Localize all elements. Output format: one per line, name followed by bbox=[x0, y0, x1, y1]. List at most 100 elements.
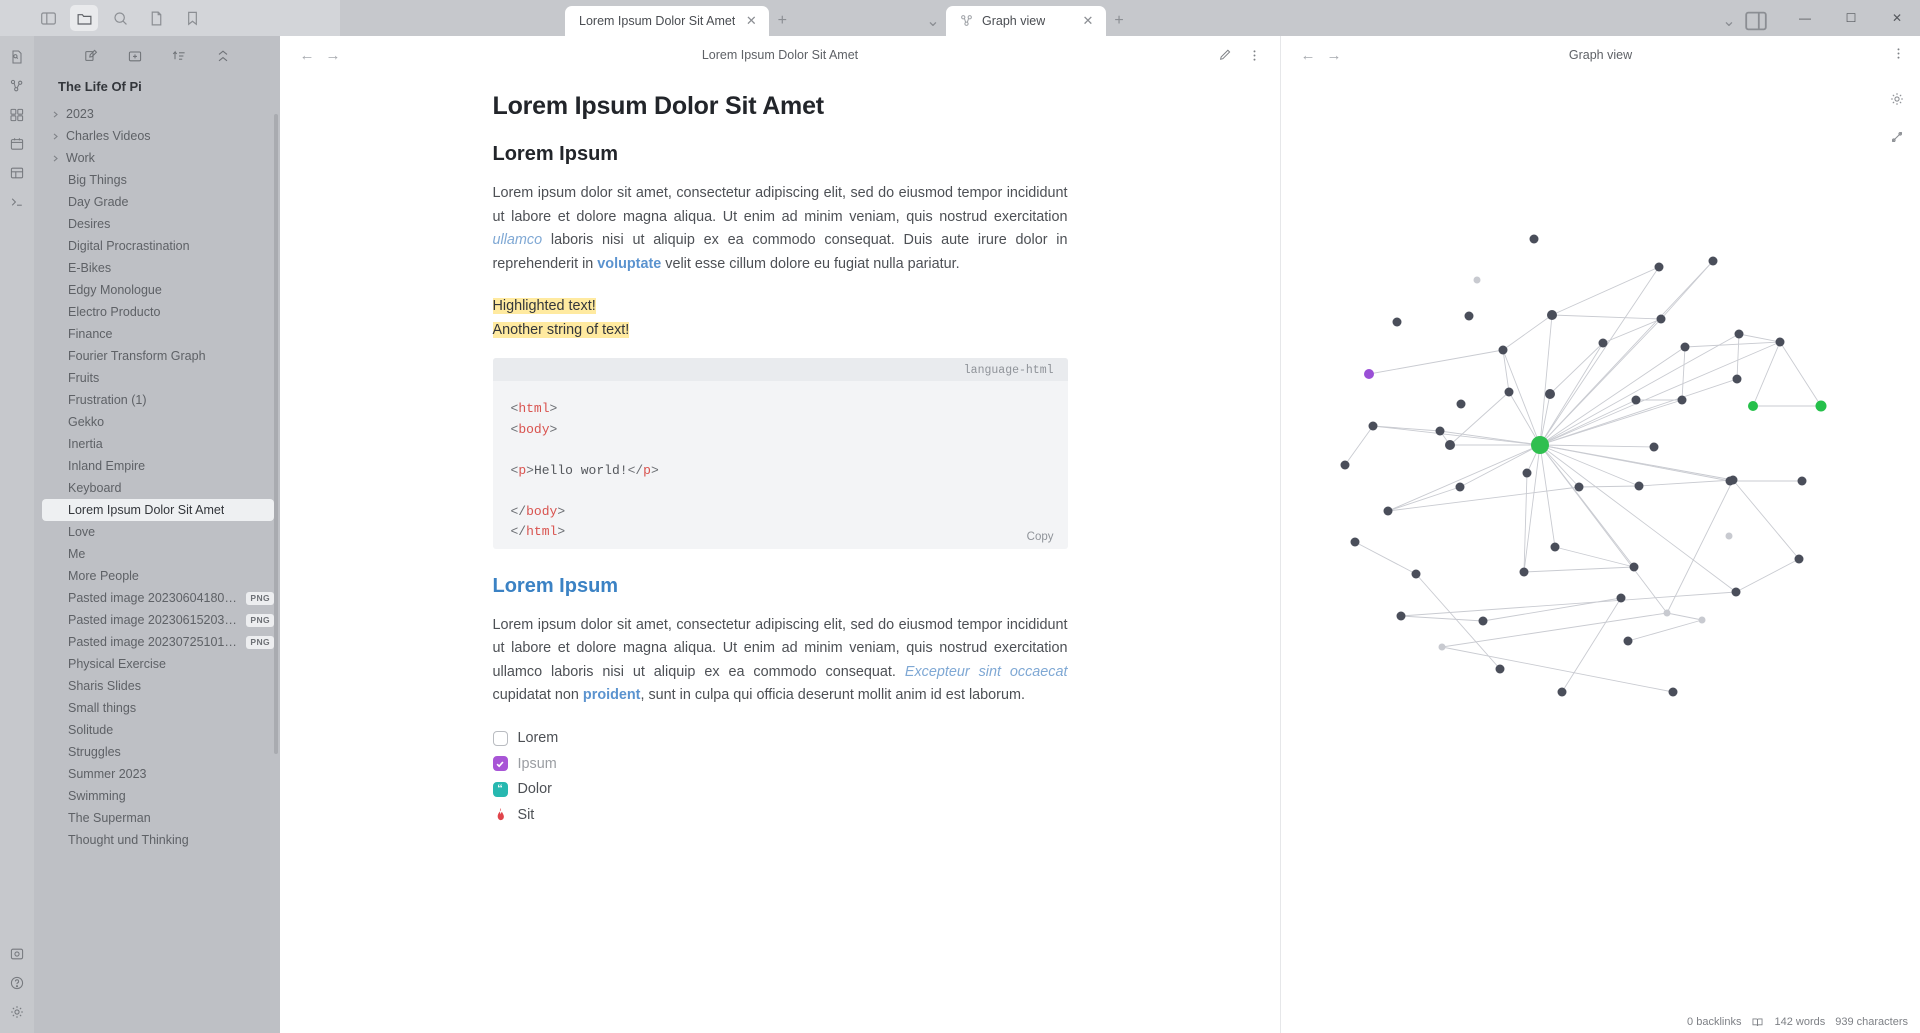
chevron-right-icon[interactable] bbox=[50, 131, 60, 141]
graph-node[interactable] bbox=[1709, 257, 1718, 266]
file-icon[interactable] bbox=[142, 5, 170, 31]
file-item[interactable]: Pasted image 20230615203730PNG bbox=[42, 609, 274, 631]
quote-icon[interactable]: “ bbox=[493, 782, 508, 797]
file-item[interactable]: Thought und Thinking bbox=[42, 829, 274, 851]
graph-forces-icon[interactable] bbox=[1886, 126, 1908, 148]
graph-node[interactable] bbox=[1551, 543, 1560, 552]
graph-node[interactable] bbox=[1726, 533, 1733, 540]
graph-node[interactable] bbox=[1505, 388, 1514, 397]
graph-node[interactable] bbox=[1397, 612, 1406, 621]
graph-node[interactable] bbox=[1436, 427, 1445, 436]
file-item[interactable]: Fruits bbox=[42, 367, 274, 389]
graph-node[interactable] bbox=[1558, 688, 1567, 697]
close-icon[interactable]: ✕ bbox=[1080, 13, 1096, 29]
graph-node[interactable] bbox=[1523, 469, 1532, 478]
copy-button[interactable]: Copy bbox=[1027, 531, 1054, 543]
graph-node[interactable] bbox=[1655, 263, 1664, 272]
graph-node[interactable] bbox=[1393, 318, 1402, 327]
new-note-icon[interactable] bbox=[80, 45, 102, 67]
ribbon-graph-icon[interactable] bbox=[4, 73, 30, 99]
file-item[interactable]: Electro Producto bbox=[42, 301, 274, 323]
file-list[interactable]: The Life Of Pi 2023Charles VideosWorkBig… bbox=[34, 70, 280, 1033]
sidebar-scrollbar[interactable] bbox=[274, 114, 278, 754]
file-item[interactable]: Solitude bbox=[42, 719, 274, 741]
new-tab-button[interactable]: + bbox=[769, 6, 795, 36]
chevron-right-icon[interactable] bbox=[50, 109, 60, 119]
file-item[interactable]: Day Grade bbox=[42, 191, 274, 213]
close-button[interactable]: ✕ bbox=[1874, 0, 1920, 36]
graph-node[interactable] bbox=[1520, 568, 1529, 577]
folder-item[interactable]: Charles Videos bbox=[42, 125, 274, 147]
checkbox-checked-icon[interactable] bbox=[493, 756, 508, 771]
graph-node[interactable] bbox=[1798, 477, 1807, 486]
file-item[interactable]: Swimming bbox=[42, 785, 274, 807]
graph-node[interactable] bbox=[1650, 443, 1659, 452]
graph-node[interactable] bbox=[1547, 310, 1557, 320]
graph-canvas[interactable] bbox=[1281, 74, 1920, 1033]
new-folder-icon[interactable] bbox=[124, 45, 146, 67]
graph-node[interactable] bbox=[1384, 507, 1393, 516]
file-item[interactable]: Summer 2023 bbox=[42, 763, 274, 785]
file-item[interactable]: Desires bbox=[42, 213, 274, 235]
checklist-item[interactable]: Lorem bbox=[493, 726, 1068, 752]
graph-node[interactable] bbox=[1351, 538, 1360, 547]
graph-node[interactable] bbox=[1635, 482, 1644, 491]
file-item[interactable]: Fourier Transform Graph bbox=[42, 345, 274, 367]
graph-node[interactable] bbox=[1530, 235, 1539, 244]
editor-scroll-area[interactable]: Lorem Ipsum Dolor Sit Amet Lorem Ipsum L… bbox=[280, 74, 1280, 1033]
file-item[interactable]: Lorem Ipsum Dolor Sit Amet bbox=[42, 499, 274, 521]
backlinks-count[interactable]: 0 backlinks bbox=[1687, 1016, 1741, 1028]
word-count[interactable]: 142 words bbox=[1774, 1016, 1825, 1028]
file-item[interactable]: Finance bbox=[42, 323, 274, 345]
graph-node[interactable] bbox=[1795, 555, 1804, 564]
file-item[interactable]: Love bbox=[42, 521, 274, 543]
graph-node[interactable] bbox=[1748, 401, 1758, 411]
file-item[interactable]: Frustration (1) bbox=[42, 389, 274, 411]
graph-node[interactable] bbox=[1445, 440, 1455, 450]
graph-node[interactable] bbox=[1669, 688, 1678, 697]
code-content[interactable]: <html> <body> <p>Hello world!</p> </body… bbox=[493, 381, 1068, 549]
ribbon-vault-icon[interactable] bbox=[4, 941, 30, 967]
file-item[interactable]: More People bbox=[42, 565, 274, 587]
graph-node[interactable] bbox=[1341, 461, 1350, 470]
chevron-down-icon[interactable]: ⌄ bbox=[920, 6, 946, 36]
graph-node[interactable] bbox=[1617, 594, 1626, 603]
file-item[interactable]: E-Bikes bbox=[42, 257, 274, 279]
file-item[interactable]: Gekko bbox=[42, 411, 274, 433]
graph-node[interactable] bbox=[1457, 400, 1466, 409]
paragraph-1-link[interactable]: voluptate bbox=[597, 256, 661, 272]
chevron-down-icon[interactable]: ⌄ bbox=[1716, 6, 1742, 36]
toggle-sidebar-icon[interactable] bbox=[34, 5, 62, 31]
graph-node[interactable] bbox=[1664, 610, 1671, 617]
file-item[interactable]: Big Things bbox=[42, 169, 274, 191]
search-icon[interactable] bbox=[106, 5, 134, 31]
back-button[interactable]: ← bbox=[294, 42, 320, 68]
graph-node[interactable] bbox=[1732, 588, 1741, 597]
file-item[interactable]: Sharis Slides bbox=[42, 675, 274, 697]
file-item[interactable]: Digital Procrastination bbox=[42, 235, 274, 257]
graph-node[interactable] bbox=[1678, 396, 1687, 405]
ribbon-cards-icon[interactable] bbox=[4, 160, 30, 186]
file-item[interactable]: Small things bbox=[42, 697, 274, 719]
file-item[interactable]: Physical Exercise bbox=[42, 653, 274, 675]
file-item[interactable]: Inertia bbox=[42, 433, 274, 455]
graph-settings-icon[interactable] bbox=[1886, 88, 1908, 110]
graph-node[interactable] bbox=[1545, 389, 1555, 399]
ribbon-calendar-icon[interactable] bbox=[4, 131, 30, 157]
graph-node[interactable] bbox=[1681, 343, 1690, 352]
graph-node[interactable] bbox=[1632, 396, 1641, 405]
graph-node[interactable] bbox=[1599, 339, 1608, 348]
graph-node[interactable] bbox=[1369, 422, 1378, 431]
tab-note[interactable]: Lorem Ipsum Dolor Sit Amet ✕ bbox=[565, 6, 769, 36]
graph-node[interactable] bbox=[1456, 483, 1465, 492]
ribbon-help-icon[interactable] bbox=[4, 970, 30, 996]
ribbon-canvas-icon[interactable] bbox=[4, 102, 30, 128]
graph-node[interactable] bbox=[1733, 375, 1742, 384]
character-count[interactable]: 939 characters bbox=[1835, 1016, 1908, 1028]
graph-node[interactable] bbox=[1496, 665, 1505, 674]
graph-node[interactable] bbox=[1364, 369, 1374, 379]
graph-node[interactable] bbox=[1439, 644, 1446, 651]
layout-icon[interactable] bbox=[1742, 6, 1770, 36]
folder-item[interactable]: 2023 bbox=[42, 103, 274, 125]
minimize-button[interactable]: — bbox=[1782, 0, 1828, 36]
